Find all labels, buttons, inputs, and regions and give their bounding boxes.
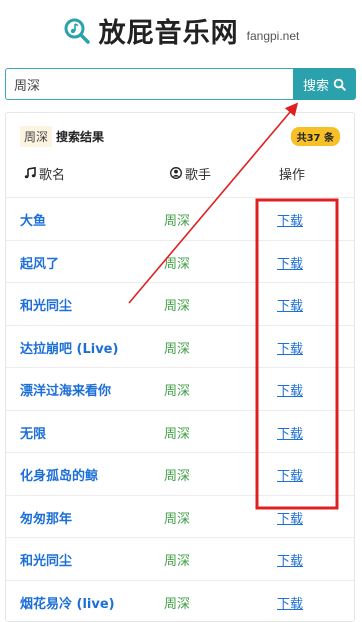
table-header: 歌名 歌手 操作 bbox=[6, 159, 354, 187]
download-link[interactable]: 下载 bbox=[277, 338, 303, 357]
download-link[interactable]: 下载 bbox=[277, 380, 303, 399]
column-song-label: 歌名 bbox=[39, 164, 65, 183]
song-title-link[interactable]: 和光同尘 bbox=[20, 550, 72, 569]
singer-link[interactable]: 周深 bbox=[164, 338, 190, 357]
results-title: 搜索结果 bbox=[56, 128, 104, 145]
search-bar: 搜索 bbox=[5, 68, 356, 100]
download-link[interactable]: 下载 bbox=[277, 423, 303, 442]
table-row: 匆匆那年 周深 下载 bbox=[6, 495, 354, 538]
table-row: 和光同尘 周深 下载 bbox=[6, 537, 354, 580]
table-row: 起风了 周深 下载 bbox=[6, 240, 354, 283]
magnifier-music-icon bbox=[63, 17, 91, 45]
song-title-link[interactable]: 烟花易冷 (live) bbox=[20, 593, 115, 612]
song-title-link[interactable]: 漂洋过海来看你 bbox=[20, 380, 111, 399]
download-link[interactable]: 下载 bbox=[277, 465, 303, 484]
search-button[interactable]: 搜索 bbox=[293, 68, 356, 100]
song-title-link[interactable]: 达拉崩吧 (Live) bbox=[20, 338, 118, 357]
table-row: 大鱼 周深 下载 bbox=[6, 197, 354, 240]
song-title-link[interactable]: 化身孤岛的鲸 bbox=[20, 465, 98, 484]
table-row: 烟花易冷 (live) 周深 下载 bbox=[6, 580, 354, 622]
keyword-chip: 周深 bbox=[20, 126, 52, 147]
site-header: 放屁音乐网 fangpi.net bbox=[0, 0, 362, 60]
table-row: 化身孤岛的鲸 周深 下载 bbox=[6, 452, 354, 495]
singer-link[interactable]: 周深 bbox=[164, 508, 190, 527]
column-singer: 歌手 bbox=[170, 164, 211, 183]
results-header: 周深 搜索结果 共37 条 bbox=[20, 125, 340, 147]
singer-link[interactable]: 周深 bbox=[164, 210, 190, 229]
search-button-label: 搜索 bbox=[303, 75, 329, 94]
singer-link[interactable]: 周深 bbox=[164, 295, 190, 314]
download-link[interactable]: 下载 bbox=[277, 210, 303, 229]
singer-link[interactable]: 周深 bbox=[164, 550, 190, 569]
column-song: 歌名 bbox=[24, 164, 65, 183]
user-circle-icon bbox=[170, 167, 182, 179]
singer-link[interactable]: 周深 bbox=[164, 465, 190, 484]
singer-link[interactable]: 周深 bbox=[164, 380, 190, 399]
table-row: 无限 周深 下载 bbox=[6, 410, 354, 453]
results-card: 周深 搜索结果 共37 条 歌名 歌手 操作 大鱼 周深 bbox=[5, 112, 355, 622]
singer-link[interactable]: 周深 bbox=[164, 593, 190, 612]
download-link[interactable]: 下载 bbox=[277, 508, 303, 527]
column-action-label: 操作 bbox=[279, 164, 305, 183]
column-singer-label: 歌手 bbox=[185, 164, 211, 183]
download-link[interactable]: 下载 bbox=[277, 593, 303, 612]
song-title-link[interactable]: 匆匆那年 bbox=[20, 508, 72, 527]
song-title-link[interactable]: 和光同尘 bbox=[20, 295, 72, 314]
search-icon bbox=[333, 78, 346, 91]
singer-link[interactable]: 周深 bbox=[164, 253, 190, 272]
table-row: 和光同尘 周深 下载 bbox=[6, 282, 354, 325]
song-title-link[interactable]: 无限 bbox=[20, 423, 46, 442]
music-note-icon bbox=[24, 167, 36, 179]
result-count-badge: 共37 条 bbox=[291, 127, 340, 146]
song-title-link[interactable]: 大鱼 bbox=[20, 210, 46, 229]
download-link[interactable]: 下载 bbox=[277, 550, 303, 569]
singer-link[interactable]: 周深 bbox=[164, 423, 190, 442]
song-title-link[interactable]: 起风了 bbox=[20, 253, 59, 272]
download-link[interactable]: 下载 bbox=[277, 295, 303, 314]
results-table: 大鱼 周深 下载 起风了 周深 下载 和光同尘 周深 下载 达拉崩吧 (Live… bbox=[6, 197, 354, 622]
table-row: 达拉崩吧 (Live) 周深 下载 bbox=[6, 325, 354, 368]
search-input[interactable] bbox=[5, 68, 293, 100]
download-link[interactable]: 下载 bbox=[277, 253, 303, 272]
table-row: 漂洋过海来看你 周深 下载 bbox=[6, 367, 354, 410]
site-domain: fangpi.net bbox=[247, 29, 300, 43]
site-title: 放屁音乐网 bbox=[99, 11, 239, 50]
